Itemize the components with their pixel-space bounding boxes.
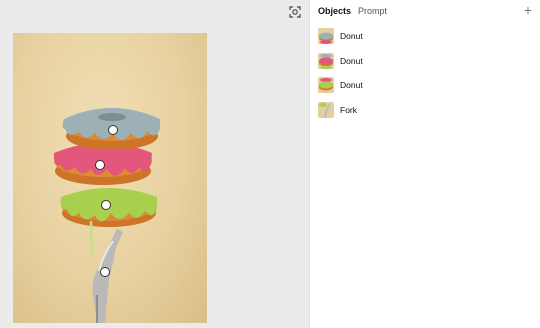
focus-frame-icon <box>289 6 301 18</box>
list-item-label: Donut <box>340 55 363 66</box>
segment-point-fork[interactable] <box>100 267 110 277</box>
add-object-button[interactable]: + <box>521 3 535 17</box>
tab-objects[interactable]: Objects <box>318 6 351 16</box>
list-item-donut-pink[interactable]: Donut <box>318 52 533 70</box>
list-item-fork[interactable]: Fork <box>318 101 533 119</box>
donut-green-thumbnail-icon <box>318 77 334 94</box>
donut-pink-thumbnail-icon <box>318 52 334 69</box>
objects-list: Donut Donut Donut Fork <box>318 27 533 126</box>
image-canvas <box>0 0 309 328</box>
tab-prompt[interactable]: Prompt <box>358 6 387 16</box>
panel-tabs: Objects Prompt <box>318 6 387 16</box>
list-item-donut-green[interactable]: Donut <box>318 76 533 94</box>
side-panel: Objects Prompt + Donut Donut Donut Fork <box>309 0 540 328</box>
focus-button[interactable] <box>288 5 302 19</box>
segment-point-donut-green[interactable] <box>101 200 111 210</box>
donut-photo <box>13 33 207 323</box>
segment-point-donut-pink[interactable] <box>95 160 105 170</box>
list-item-label: Fork <box>340 105 357 116</box>
list-item-donut-blue[interactable]: Donut <box>318 27 533 45</box>
fork-thumbnail-icon <box>318 102 334 119</box>
list-item-label: Donut <box>340 31 363 41</box>
list-item-label: Donut <box>340 80 363 91</box>
segment-point-donut-blue[interactable] <box>108 125 118 135</box>
donut-blue-thumbnail-icon <box>318 28 334 44</box>
